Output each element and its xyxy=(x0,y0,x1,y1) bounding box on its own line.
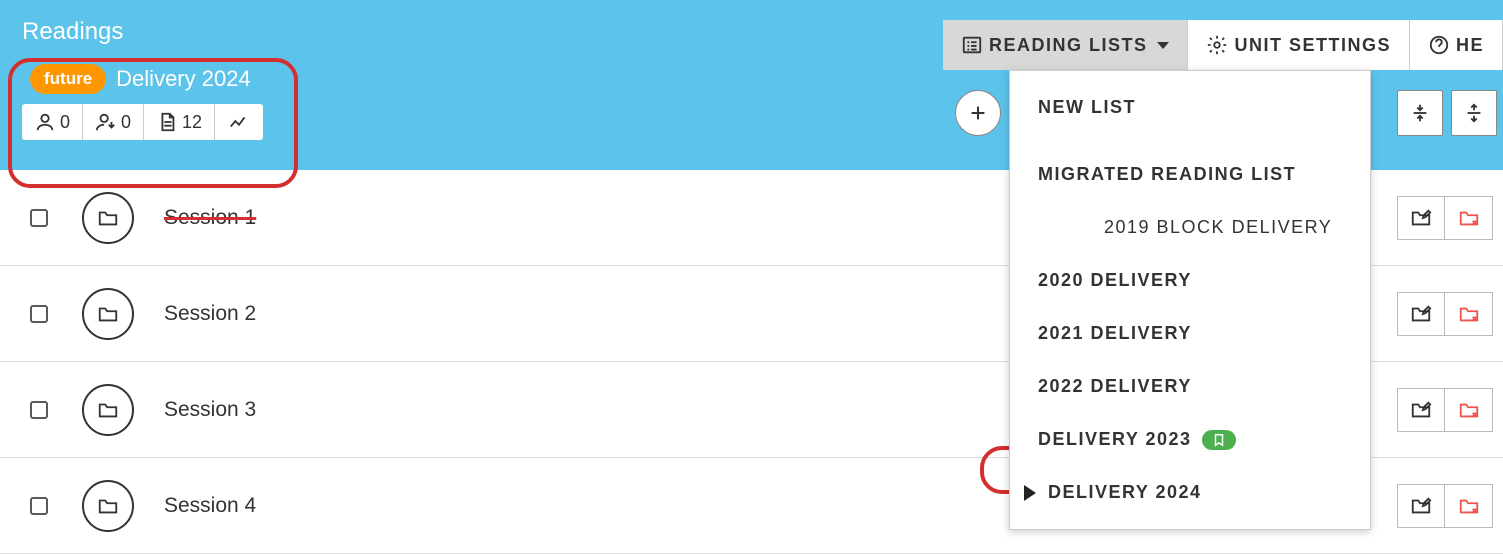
folder-button[interactable] xyxy=(82,480,134,532)
dropdown-item-label: MIGRATED READING LIST xyxy=(1038,164,1296,185)
current-indicator-icon xyxy=(1024,485,1036,501)
folder-delete-icon xyxy=(1456,399,1482,421)
row-actions xyxy=(1397,196,1493,240)
delete-folder-button[interactable] xyxy=(1445,484,1493,528)
chevron-down-icon xyxy=(1157,42,1169,49)
educators-count: 0 xyxy=(60,112,70,133)
dropdown-item-label: DELIVERY 2024 xyxy=(1048,482,1202,503)
bookmark-badge xyxy=(1202,430,1236,450)
dropdown-item[interactable]: 2019 BLOCK DELIVERY xyxy=(1010,201,1370,254)
delete-folder-button[interactable] xyxy=(1445,388,1493,432)
delivery-top: future Delivery 2024 xyxy=(22,60,263,98)
new-list-label: NEW LIST xyxy=(1038,97,1136,118)
student-icon xyxy=(95,111,117,133)
students-count: 0 xyxy=(121,112,131,133)
edit-folder-button[interactable] xyxy=(1397,196,1445,240)
delete-folder-button[interactable] xyxy=(1445,292,1493,336)
expand-icon xyxy=(1463,102,1485,124)
folder-icon xyxy=(95,207,121,229)
help-icon xyxy=(1428,34,1450,56)
collapse-all-button[interactable] xyxy=(1397,90,1443,136)
expand-all-button[interactable] xyxy=(1451,90,1497,136)
educators-stat[interactable]: 0 xyxy=(22,104,83,140)
collapse-icon xyxy=(1409,102,1431,124)
list-icon xyxy=(961,34,983,56)
dropdown-item[interactable]: 2021 DELIVERY xyxy=(1010,307,1370,360)
dropdown-item-label: DELIVERY 2023 xyxy=(1038,429,1192,450)
row-actions xyxy=(1397,484,1493,528)
session-checkbox[interactable] xyxy=(30,209,48,227)
add-button[interactable] xyxy=(955,90,1001,136)
folder-icon xyxy=(95,399,121,421)
help-label: HE xyxy=(1456,35,1484,56)
dropdown-item-label: 2019 BLOCK DELIVERY xyxy=(1104,217,1332,238)
dropdown-item[interactable]: 2022 DELIVERY xyxy=(1010,360,1370,413)
folder-icon xyxy=(95,495,121,517)
reading-lists-dropdown: NEW LIST MIGRATED READING LIST 2019 BLOC… xyxy=(1009,70,1371,530)
folder-delete-icon xyxy=(1456,495,1482,517)
readings-stat[interactable]: 12 xyxy=(144,104,215,140)
folder-edit-icon xyxy=(1408,399,1434,421)
document-icon xyxy=(156,111,178,133)
folder-edit-icon xyxy=(1408,495,1434,517)
folder-delete-icon xyxy=(1456,207,1482,229)
folder-delete-icon xyxy=(1456,303,1482,325)
delete-folder-button[interactable] xyxy=(1445,196,1493,240)
folder-button[interactable] xyxy=(82,192,134,244)
reading-lists-tab[interactable]: READING LISTS xyxy=(943,20,1189,70)
plus-icon xyxy=(967,102,989,124)
dropdown-item[interactable]: 2020 DELIVERY xyxy=(1010,254,1370,307)
reading-lists-label: READING LISTS xyxy=(989,35,1148,56)
edit-folder-button[interactable] xyxy=(1397,484,1445,528)
gear-icon xyxy=(1206,34,1228,56)
help-tab[interactable]: HE xyxy=(1410,20,1503,70)
folder-edit-icon xyxy=(1408,207,1434,229)
unit-settings-label: UNIT SETTINGS xyxy=(1234,35,1391,56)
topbar: READING LISTS UNIT SETTINGS HE xyxy=(943,20,1503,70)
analytics-icon xyxy=(227,111,251,133)
students-stat[interactable]: 0 xyxy=(83,104,144,140)
unit-settings-tab[interactable]: UNIT SETTINGS xyxy=(1188,20,1410,70)
dropdown-item-label: 2020 DELIVERY xyxy=(1038,270,1192,291)
future-badge: future xyxy=(30,64,106,94)
folder-button[interactable] xyxy=(82,384,134,436)
educator-icon xyxy=(34,111,56,133)
delivery-card: future Delivery 2024 0 0 12 xyxy=(22,60,263,140)
row-actions xyxy=(1397,388,1493,432)
new-list-item[interactable]: NEW LIST xyxy=(1010,81,1370,134)
edit-folder-button[interactable] xyxy=(1397,292,1445,336)
edit-folder-button[interactable] xyxy=(1397,388,1445,432)
session-name: Session 2 xyxy=(164,302,256,326)
folder-edit-icon xyxy=(1408,303,1434,325)
session-name: Session 3 xyxy=(164,398,256,422)
dropdown-item-label: 2021 DELIVERY xyxy=(1038,323,1192,344)
delivery-title: Delivery 2024 xyxy=(116,66,251,92)
dropdown-item[interactable]: MIGRATED READING LIST xyxy=(1010,148,1370,201)
session-checkbox[interactable] xyxy=(30,497,48,515)
session-checkbox[interactable] xyxy=(30,401,48,419)
dropdown-item[interactable]: DELIVERY 2023 xyxy=(1010,413,1370,466)
session-name: Session 4 xyxy=(164,494,256,518)
dropdown-item-label: 2022 DELIVERY xyxy=(1038,376,1192,397)
dropdown-item-current[interactable]: DELIVERY 2024 xyxy=(1010,466,1370,519)
folder-button[interactable] xyxy=(82,288,134,340)
session-checkbox[interactable] xyxy=(30,305,48,323)
bookmark-icon xyxy=(1212,433,1226,447)
readings-count: 12 xyxy=(182,112,202,133)
session-name: Session 1 xyxy=(164,206,256,230)
analytics-stat[interactable] xyxy=(215,104,263,140)
folder-icon xyxy=(95,303,121,325)
stats-bar: 0 0 12 xyxy=(22,104,263,140)
row-actions xyxy=(1397,292,1493,336)
